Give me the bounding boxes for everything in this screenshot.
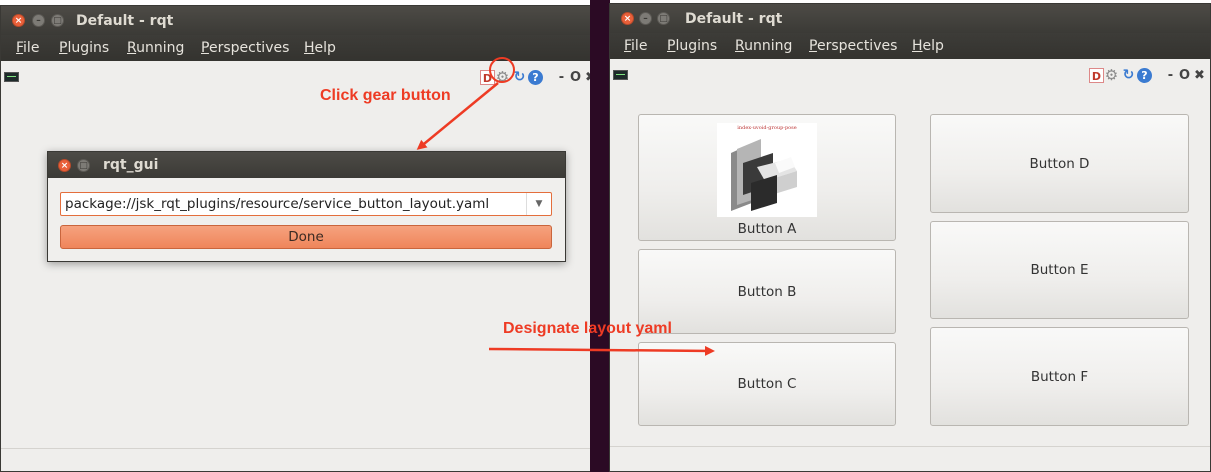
- d-icon[interactable]: D: [1089, 68, 1104, 83]
- right-menubar: File Plugins Running Perspectives Help: [610, 33, 1210, 59]
- chevron-down-icon[interactable]: ▼: [526, 193, 551, 215]
- window-minimize-icon[interactable]: –: [32, 14, 45, 27]
- menu-running[interactable]: Running: [127, 40, 184, 56]
- gear-icon[interactable]: ⚙: [1104, 68, 1119, 83]
- left-status-divider: [1, 448, 598, 449]
- click-gear-annotation: Click gear button: [320, 87, 451, 104]
- service-button-d[interactable]: Button D: [930, 114, 1189, 213]
- service-button-c[interactable]: Button C: [638, 342, 896, 426]
- menu-file[interactable]: File: [16, 40, 39, 56]
- layout-path-combo[interactable]: ▼: [60, 192, 552, 216]
- menu-perspectives[interactable]: Perspectives: [809, 38, 897, 54]
- gear-highlight-circle: [489, 57, 515, 83]
- button-a-label: Button A: [737, 221, 797, 237]
- designate-layout-annotation: Designate layout yaml: [503, 320, 672, 337]
- left-menubar: File Plugins Running Perspectives Help: [1, 35, 598, 61]
- service-button-e[interactable]: Button E: [930, 221, 1189, 319]
- menu-perspectives[interactable]: Perspectives: [201, 40, 289, 56]
- button-f-label: Button F: [1030, 369, 1089, 385]
- window-maximize-icon[interactable]: □: [657, 12, 670, 25]
- done-button[interactable]: Done: [60, 225, 552, 249]
- pose-icon: [731, 139, 797, 211]
- dialog-title: rqt_gui: [103, 157, 159, 173]
- dialog-close-icon[interactable]: ×: [58, 159, 71, 172]
- menu-plugins[interactable]: Plugins: [59, 40, 109, 56]
- button-a-image: index-uvoid-group-pose: [717, 123, 817, 217]
- close-x-icon[interactable]: ✖: [1192, 68, 1207, 83]
- float-icon[interactable]: O: [1177, 68, 1192, 83]
- button-d-label: Button D: [1029, 156, 1090, 172]
- service-button-a[interactable]: index-uvoid-group-pose Button A: [638, 114, 896, 241]
- menu-file[interactable]: File: [624, 38, 647, 54]
- right-rqt-window: × – □ Default - rqt File Plugins Running…: [609, 3, 1211, 472]
- service-button-b[interactable]: Button B: [638, 249, 896, 334]
- button-b-label: Button B: [737, 284, 797, 300]
- help-icon[interactable]: ?: [1137, 68, 1152, 83]
- terminal-background-strip: [590, 0, 610, 472]
- window-maximize-icon[interactable]: □: [51, 14, 64, 27]
- right-window-titlebar: × – □ Default - rqt: [610, 4, 1210, 33]
- minimize-dash-icon[interactable]: -: [554, 70, 569, 85]
- plugin-icon: [613, 70, 628, 80]
- left-window-titlebar: × – □ Default - rqt: [1, 6, 598, 35]
- menu-help[interactable]: Help: [304, 40, 336, 56]
- right-plugin-toolbar: D ⚙ ↻ ? - O ✖: [610, 59, 1210, 91]
- service-button-f[interactable]: Button F: [930, 327, 1189, 426]
- right-status-divider: [610, 446, 1210, 447]
- float-icon[interactable]: O: [568, 70, 583, 85]
- rqt-gui-dialog: × □ rqt_gui ▼ Done: [47, 151, 566, 262]
- dialog-titlebar: × □ rqt_gui: [48, 152, 565, 178]
- button-e-label: Button E: [1030, 262, 1089, 278]
- window-close-icon[interactable]: ×: [12, 14, 25, 27]
- window-title: Default - rqt: [76, 13, 174, 29]
- dialog-maximize-icon[interactable]: □: [77, 159, 90, 172]
- plugin-icon: [4, 72, 19, 82]
- minimize-dash-icon[interactable]: -: [1163, 68, 1178, 83]
- window-close-icon[interactable]: ×: [621, 12, 634, 25]
- layout-path-input[interactable]: [65, 194, 520, 213]
- window-minimize-icon[interactable]: –: [639, 12, 652, 25]
- button-c-label: Button C: [737, 376, 797, 392]
- reload-icon[interactable]: ↻: [1121, 68, 1136, 83]
- window-title: Default - rqt: [685, 11, 783, 27]
- menu-running[interactable]: Running: [735, 38, 792, 54]
- menu-help[interactable]: Help: [912, 38, 944, 54]
- help-icon[interactable]: ?: [528, 70, 543, 85]
- menu-plugins[interactable]: Plugins: [667, 38, 717, 54]
